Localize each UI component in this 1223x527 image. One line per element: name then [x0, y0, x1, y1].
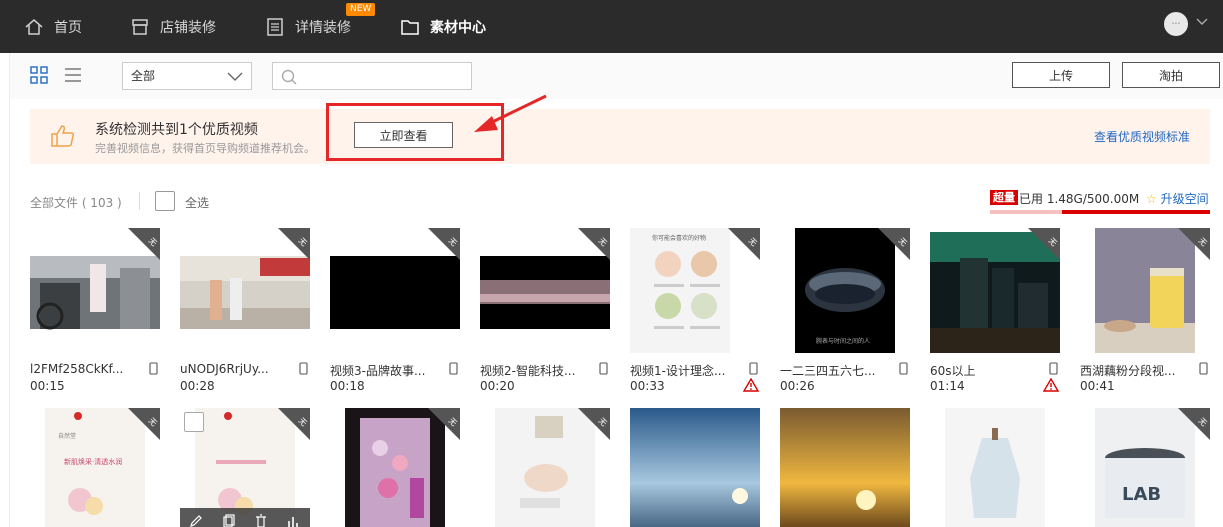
stats-icon[interactable]	[287, 514, 301, 527]
video-name: 视频2-智能科技...	[480, 364, 576, 378]
avatar[interactable]: •••	[1164, 12, 1188, 36]
divider	[139, 192, 140, 210]
video-thumbnail[interactable]	[930, 408, 1060, 527]
video-type-badge: 无	[278, 228, 310, 260]
phone-icon	[1199, 362, 1208, 375]
phone-icon	[449, 362, 458, 375]
nav-materials-label: 素材中心	[430, 19, 486, 36]
video-duration: 00:18	[330, 379, 365, 393]
video-select-checkbox[interactable]	[184, 412, 204, 432]
filter-select[interactable]: 全部	[122, 62, 252, 90]
red-arrow-annotation	[474, 94, 547, 132]
edit-icon[interactable]	[189, 514, 203, 527]
quality-standard-link[interactable]: 查看优质视频标准	[1094, 128, 1190, 145]
trash-icon[interactable]	[254, 513, 268, 527]
banner-title: 系统检测共到1个优质视频	[95, 122, 258, 138]
filter-select-value: 全部	[131, 69, 156, 83]
video-thumbnail[interactable]	[630, 408, 760, 527]
phone-icon	[299, 362, 308, 375]
storage-usage: 已用 1.48G/500.00M	[1019, 192, 1140, 206]
chevron-down-icon	[227, 72, 243, 81]
nav-detail-decor-label: 详情装修	[295, 19, 351, 36]
select-all-checkbox[interactable]	[155, 191, 175, 211]
lab-logo: LAB	[1122, 484, 1161, 505]
video-name: 视频3-品牌故事...	[330, 364, 426, 378]
phone-icon	[899, 362, 908, 375]
store-icon	[132, 18, 148, 35]
files-count: 全部文件 ( 103 )	[30, 196, 122, 210]
watch-caption: 腕表与时间之间的人	[816, 337, 870, 345]
nav-store-decor[interactable]: 店铺装修	[130, 0, 216, 53]
video-type-badge: 无	[878, 228, 910, 260]
copy-icon[interactable]	[222, 513, 236, 527]
video-name: 60s以上	[930, 364, 976, 378]
document-icon	[267, 17, 283, 36]
home-icon	[25, 18, 43, 35]
video-type-badge: 无	[728, 228, 760, 260]
video-duration: 00:26	[780, 379, 815, 393]
thumbs-up-icon	[51, 125, 75, 147]
new-badge: NEW	[346, 3, 376, 16]
star-icon: ☆	[1146, 192, 1157, 206]
nav-detail-decor[interactable]: 详情装修	[265, 0, 351, 53]
phone-icon	[1049, 362, 1058, 375]
video-name: uNODJ6RrjUy...	[180, 362, 269, 376]
video-name: l2FMf258CkKf...	[30, 362, 124, 376]
taopai-button[interactable]: 淘拍	[1122, 62, 1220, 88]
quality-video-banner: 系统检测共到1个优质视频 完善视频信息，获得首页导购频道推荐机会。 立即查看 查…	[30, 103, 1210, 164]
grid-view-icon[interactable]	[30, 66, 48, 84]
recipe-title: 你可能会喜欢的好物	[652, 234, 706, 242]
list-view-icon[interactable]	[64, 66, 82, 84]
warning-icon[interactable]	[1043, 378, 1059, 392]
video-thumbnail[interactable]	[780, 408, 910, 527]
upgrade-space-label: 升级空间	[1160, 192, 1209, 206]
upload-button[interactable]: 上传	[1012, 62, 1110, 88]
chevron-down-icon[interactable]	[1196, 18, 1208, 26]
video-type-badge: 无	[578, 408, 610, 440]
video-name: 一二三四五六七...	[780, 364, 876, 378]
nav-home-label: 首页	[54, 19, 82, 36]
top-nav: 首页 店铺装修 详情装修 NEW 素材中心 •••	[0, 0, 1223, 53]
video-type-badge: 无	[428, 408, 460, 440]
over-quota-badge: 超量	[990, 190, 1018, 205]
nav-store-decor-label: 店铺装修	[160, 19, 216, 36]
tile-action-bar	[180, 508, 310, 527]
upgrade-space-link[interactable]: ☆ 升级空间	[1146, 190, 1209, 207]
cosmetic-brand: 自然堂	[58, 432, 76, 440]
video-duration: 00:20	[480, 379, 515, 393]
video-duration: 00:15	[30, 379, 65, 393]
phone-icon	[749, 362, 758, 375]
video-duration: 00:33	[630, 379, 665, 393]
video-duration: 01:14	[930, 379, 965, 393]
warning-icon[interactable]	[743, 378, 759, 392]
video-type-badge: 无	[278, 408, 310, 440]
video-type-badge: 无	[578, 228, 610, 260]
video-name: 视频1-设计理念...	[630, 364, 726, 378]
left-edge	[0, 53, 10, 527]
banner-subtitle: 完善视频信息，获得首页导购频道推荐机会。	[95, 142, 315, 155]
storage-usage-bar	[990, 210, 1210, 214]
nav-home[interactable]: 首页	[24, 0, 82, 53]
phone-icon	[599, 362, 608, 375]
cosmetic-line: 新肌焕采·清透水润	[64, 457, 122, 466]
select-all-label[interactable]: 全选	[185, 194, 209, 211]
search-icon	[281, 69, 297, 85]
video-name: 西湖藕粉分段视...	[1080, 364, 1176, 378]
nav-materials[interactable]: 素材中心	[400, 0, 486, 53]
video-type-badge: 无	[1178, 228, 1210, 260]
video-duration: 00:41	[1080, 379, 1115, 393]
video-type-badge: 无	[128, 408, 160, 440]
video-type-badge: 无	[1178, 408, 1210, 440]
phone-icon	[149, 362, 158, 375]
search-input[interactable]	[272, 62, 472, 90]
video-duration: 00:28	[180, 379, 215, 393]
video-type-badge: 无	[428, 228, 460, 260]
video-type-badge: 无	[128, 228, 160, 260]
video-type-badge: 无	[1028, 228, 1060, 260]
folder-icon	[401, 19, 419, 35]
